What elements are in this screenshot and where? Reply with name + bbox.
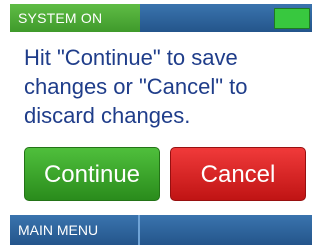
system-status-label: SYSTEM ON [10,4,140,32]
bottom-bar: MAIN MENU [10,215,312,245]
continue-button[interactable]: Continue [24,147,160,201]
status-indicator [274,8,310,29]
dialog-message: Hit "Continue" to save changes or "Cance… [24,45,248,128]
main-menu-button[interactable]: MAIN MENU [10,215,140,245]
cancel-button[interactable]: Cancel [170,147,306,201]
device-screen: SYSTEM ON Hit "Continue" to save changes… [10,4,312,245]
status-bar: SYSTEM ON [10,4,312,32]
